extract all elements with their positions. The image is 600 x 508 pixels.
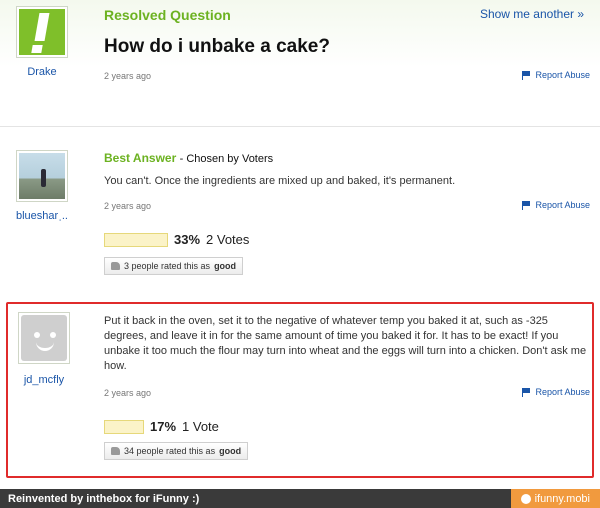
report-abuse-label: Report Abuse bbox=[535, 70, 590, 80]
best-answer-time: 2 years ago bbox=[104, 201, 152, 211]
best-answer-text: You can't. Once the ingredients are mixe… bbox=[104, 175, 456, 187]
question-time: 2 years ago bbox=[104, 71, 152, 81]
rating-word: good bbox=[219, 446, 242, 456]
answer-text: Put it back in the oven, set it to the n… bbox=[104, 315, 587, 372]
vote-bar bbox=[104, 232, 168, 247]
answer-rating-button[interactable]: 34 people rated this as good bbox=[104, 442, 249, 460]
thumbs-up-icon bbox=[111, 447, 120, 455]
vote-bar bbox=[104, 419, 144, 434]
exclamation-logo-icon bbox=[19, 9, 65, 55]
footer-credit: Reinvented by inthebox for iFunny :) bbox=[8, 492, 200, 505]
answer-votes: 17% 1 Vote bbox=[104, 419, 219, 434]
best-answer-author[interactable]: bluesharˌ.. bbox=[2, 210, 82, 222]
chosen-by-voters: - Chosen by Voters bbox=[179, 153, 274, 165]
vote-percent: 33% bbox=[174, 232, 201, 247]
smiley-avatar-icon bbox=[21, 315, 67, 361]
report-abuse-label: Report Abuse bbox=[535, 387, 590, 397]
report-abuse-label: Report Abuse bbox=[535, 200, 590, 210]
ifunny-face-icon bbox=[520, 493, 531, 504]
question-header: Drake Resolved Question Show me another … bbox=[0, 0, 600, 112]
answer-author[interactable]: jd_mcfly bbox=[4, 374, 84, 386]
flag-icon bbox=[522, 387, 531, 397]
best-answer-report-abuse[interactable]: Report Abuse bbox=[522, 200, 590, 210]
asker-name[interactable]: Drake bbox=[2, 66, 82, 78]
question-report-abuse[interactable]: Report Abuse bbox=[522, 70, 590, 80]
answer-report-abuse[interactable]: Report Abuse bbox=[522, 387, 590, 397]
vote-count: 2 Votes bbox=[206, 232, 250, 247]
question-title: How do i unbake a cake? bbox=[104, 36, 330, 57]
best-answer-avatar[interactable] bbox=[16, 150, 68, 202]
best-answer-title: Best Answer bbox=[104, 151, 177, 165]
vote-count: 1 Vote bbox=[182, 419, 219, 434]
footer-bar: Reinvented by inthebox for iFunny :) ifu… bbox=[0, 489, 600, 508]
best-answer-label: Best Answer - Chosen by Voters bbox=[104, 151, 273, 165]
answer-time: 2 years ago bbox=[104, 388, 152, 398]
answer-avatar[interactable] bbox=[18, 312, 70, 364]
asker-avatar[interactable] bbox=[16, 6, 68, 58]
best-answer-rating-button[interactable]: 3 people rated this as good bbox=[104, 257, 244, 275]
resolved-label: Resolved Question bbox=[104, 7, 231, 23]
divider bbox=[0, 126, 600, 127]
rating-text: 3 people rated this as bbox=[124, 261, 211, 271]
thumbs-up-icon bbox=[111, 262, 120, 270]
rating-text: 34 people rated this as bbox=[124, 446, 216, 456]
show-another-link[interactable]: Show me another » bbox=[480, 7, 584, 21]
best-answer-votes: 33% 2 Votes bbox=[104, 232, 249, 247]
ifunny-link[interactable]: ifunny.mobi bbox=[510, 489, 600, 508]
vote-percent: 17% bbox=[150, 419, 177, 434]
ifunny-url: ifunny.mobi bbox=[534, 492, 590, 505]
rating-word: good bbox=[214, 261, 237, 271]
photo-avatar-icon bbox=[19, 153, 65, 199]
flag-icon bbox=[522, 200, 531, 210]
flag-icon bbox=[522, 70, 531, 80]
